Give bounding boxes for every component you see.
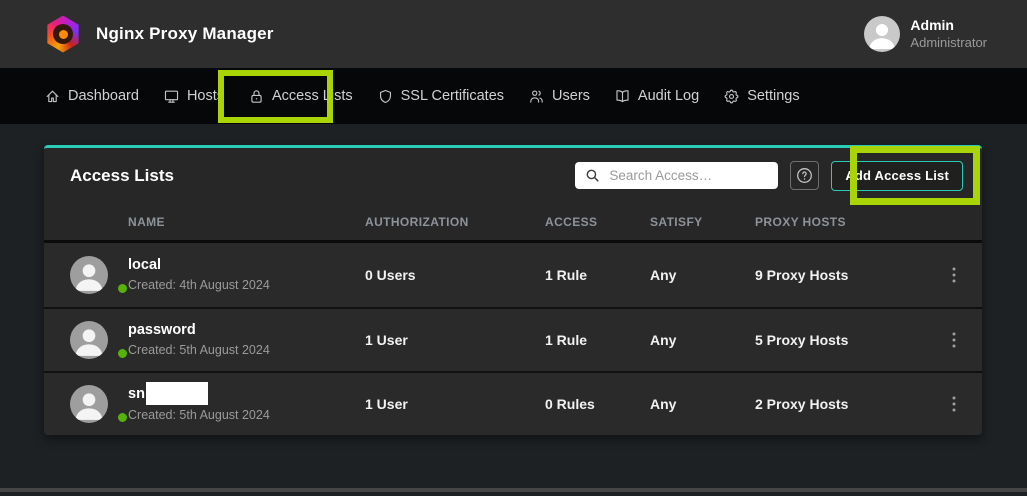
app-title: Nginx Proxy Manager (96, 24, 274, 44)
add-access-list-button[interactable]: Add Access List (831, 161, 963, 191)
user-name: Admin (910, 17, 987, 35)
online-status-dot (116, 282, 129, 295)
app-logo-icon (46, 16, 80, 53)
access-list-created: Created: 5th August 2024 (128, 406, 365, 424)
online-status-dot (116, 347, 129, 360)
access-list-name: local (128, 255, 365, 276)
row-avatar (70, 256, 108, 294)
satisfy-value: Any (650, 396, 755, 412)
help-button[interactable] (790, 161, 819, 190)
online-status-dot (116, 411, 129, 424)
table-row[interactable]: local Created: 4th August 2024 0 Users 1… (44, 243, 982, 307)
panel-header: Access Lists Add Access List (44, 148, 982, 203)
nav-item-audit-log[interactable]: Audit Log (614, 88, 699, 105)
access-lists-panel: Access Lists Add Access List NAME AUT (44, 145, 982, 435)
user-menu[interactable]: Admin Administrator (864, 16, 987, 52)
proxy-hosts-value: 5 Proxy Hosts (755, 332, 945, 348)
panel-title: Access Lists (70, 166, 174, 186)
shield-icon (377, 88, 394, 105)
user-avatar (864, 16, 900, 52)
row-avatar (70, 385, 108, 423)
proxy-hosts-value: 9 Proxy Hosts (755, 267, 945, 283)
nav-item-dashboard[interactable]: Dashboard (44, 88, 139, 105)
table-body: local Created: 4th August 2024 0 Users 1… (44, 243, 982, 435)
nav-item-access-lists[interactable]: Access Lists (248, 88, 353, 105)
bottom-strip (0, 488, 1027, 492)
access-value: 1 Rule (545, 267, 650, 283)
search-input[interactable] (575, 162, 778, 189)
nav-item-users[interactable]: Users (528, 88, 590, 105)
user-role: Administrator (910, 35, 987, 51)
access-value: 0 Rules (545, 396, 650, 412)
row-avatar (70, 321, 108, 359)
column-header-satisfy: SATISFY (650, 215, 755, 229)
row-menu-kebab-icon[interactable] (945, 394, 963, 414)
monitor-icon (163, 88, 180, 105)
satisfy-value: Any (650, 332, 755, 348)
home-icon (44, 88, 61, 105)
redaction-box (146, 382, 208, 405)
book-icon (614, 88, 631, 105)
table-row[interactable]: sn Created: 5th August 2024 1 User 0 Rul… (44, 371, 982, 435)
nav-item-ssl-certificates[interactable]: SSL Certificates (377, 88, 504, 105)
access-value: 1 Rule (545, 332, 650, 348)
column-header-access: ACCESS (545, 215, 650, 229)
access-list-name: sn (128, 383, 365, 406)
row-menu-kebab-icon[interactable] (945, 330, 963, 350)
access-list-name: password (128, 320, 365, 341)
authorization-value: 1 User (365, 332, 545, 348)
app-header: Nginx Proxy Manager Admin Administrator (0, 0, 1027, 68)
nav-item-hosts[interactable]: Hosts (163, 88, 224, 105)
gear-icon (723, 88, 740, 105)
access-list-created: Created: 4th August 2024 (128, 276, 365, 294)
table-header: NAME AUTHORIZATION ACCESS SATISFY PROXY … (44, 203, 982, 243)
authorization-value: 1 User (365, 396, 545, 412)
access-list-created: Created: 5th August 2024 (128, 341, 365, 359)
lock-icon (248, 88, 265, 105)
nav-item-settings[interactable]: Settings (723, 88, 799, 105)
authorization-value: 0 Users (365, 267, 545, 283)
column-header-authorization: AUTHORIZATION (365, 215, 545, 229)
table-row[interactable]: password Created: 5th August 2024 1 User… (44, 307, 982, 371)
column-header-proxy-hosts: PROXY HOSTS (755, 215, 945, 229)
satisfy-value: Any (650, 267, 755, 283)
proxy-hosts-value: 2 Proxy Hosts (755, 396, 945, 412)
main-nav: Dashboard Hosts Access Lists SSL Certifi… (0, 68, 1027, 124)
search-box (575, 162, 778, 189)
column-header-name: NAME (128, 215, 365, 229)
search-icon (584, 167, 601, 184)
users-icon (528, 88, 545, 105)
content-area: Access Lists Add Access List NAME AUT (0, 124, 1027, 492)
row-menu-kebab-icon[interactable] (945, 265, 963, 285)
